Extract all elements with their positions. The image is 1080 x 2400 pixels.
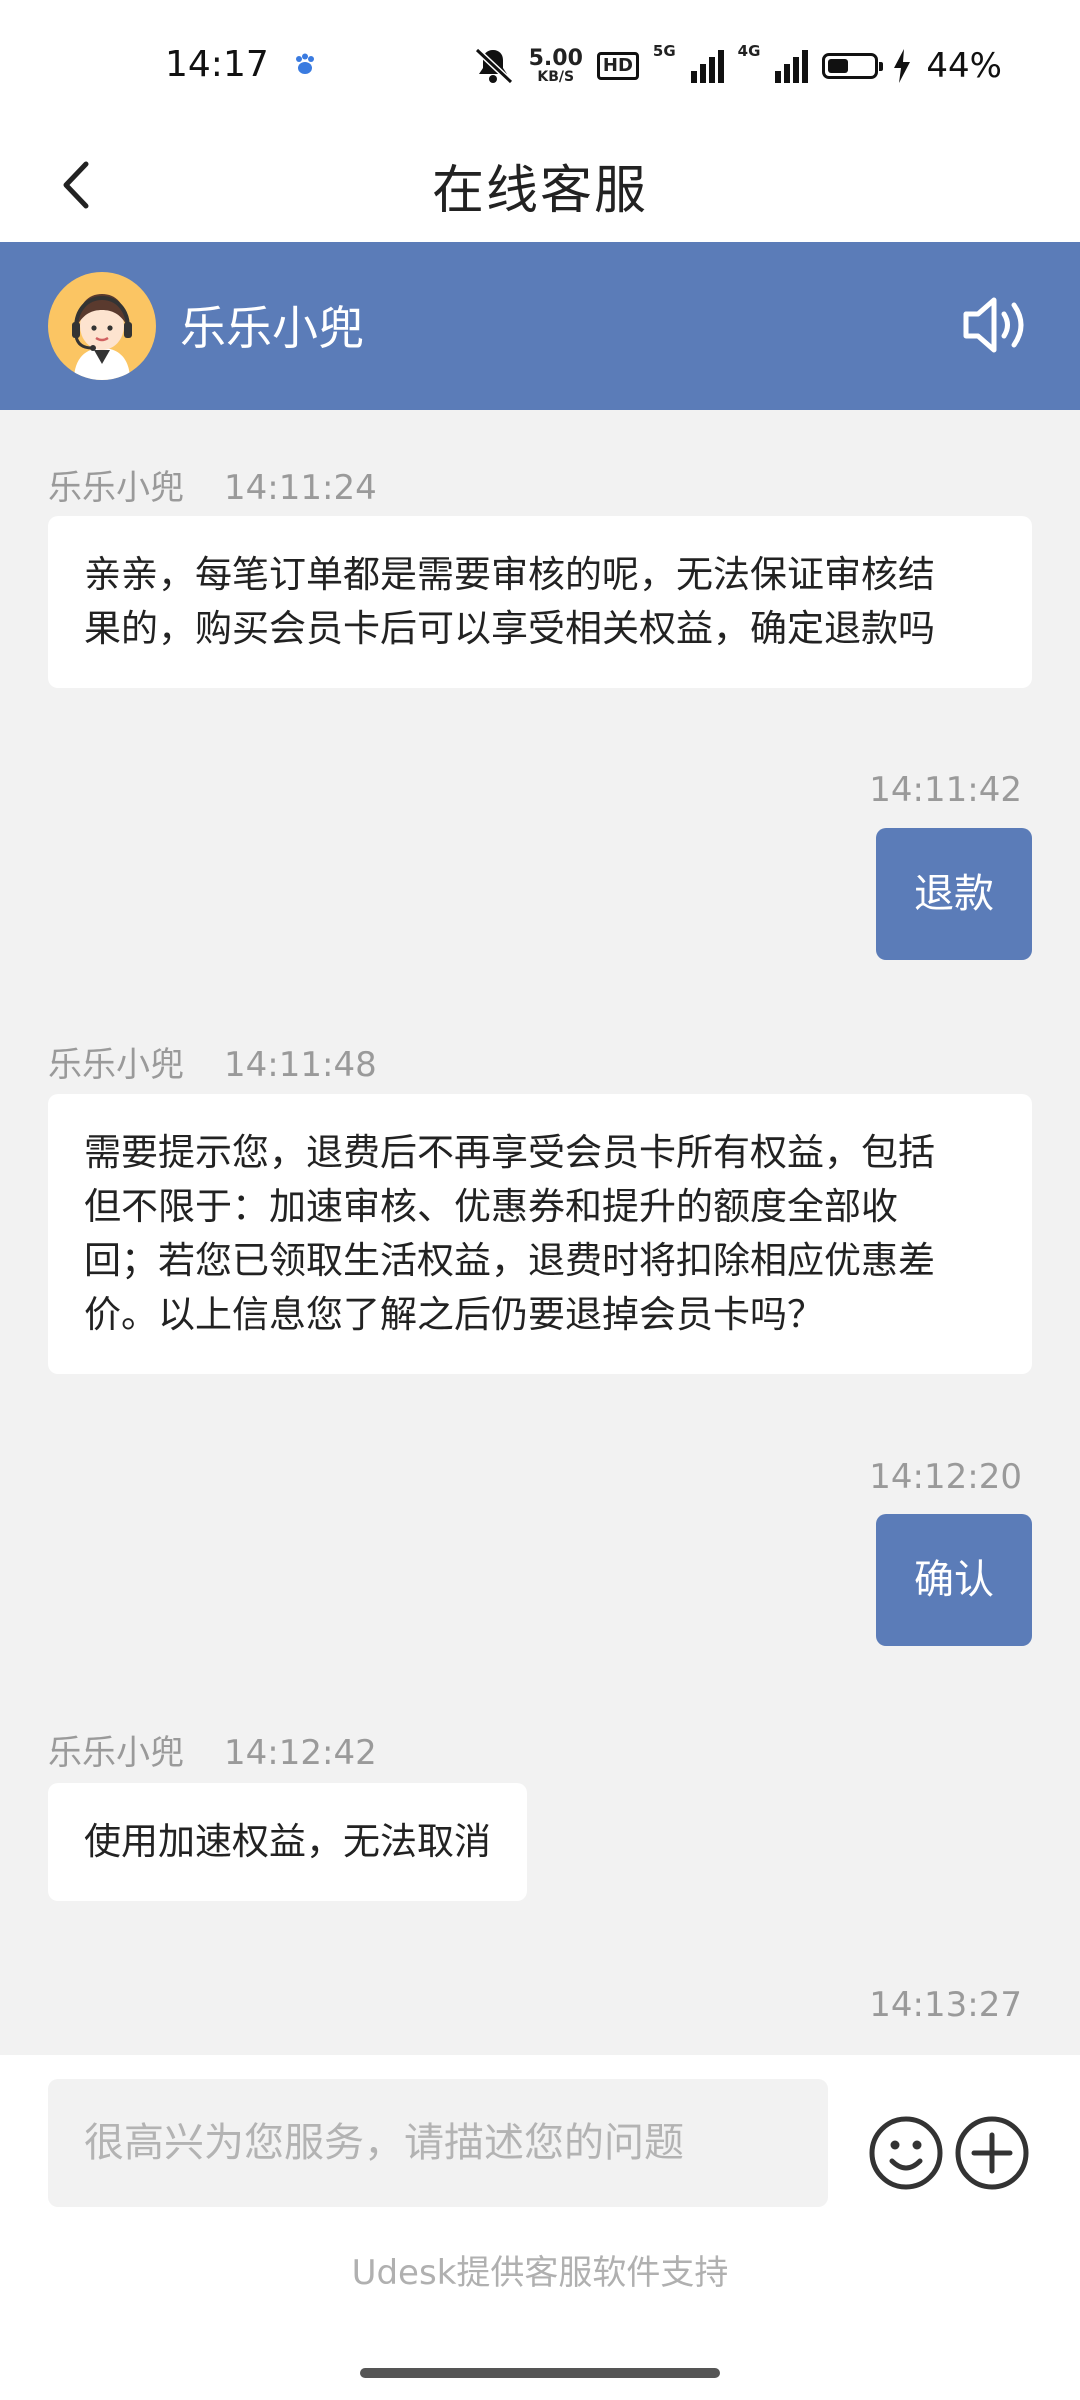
battery-percent: 44%	[926, 46, 1002, 86]
agent-message-bubble: 需要提示您，退费后不再享受会员卡所有权益，包括 但不限于：加速审核、优惠券和提升…	[48, 1094, 1032, 1374]
status-indicators: 5.00 KB/S HD 5G 4G 44%	[471, 40, 1002, 92]
mute-icon	[474, 47, 513, 85]
agent-message-bubble: 亲亲，每笔订单都是需要审核的呢，无法保证审核结 果的，购买会员卡后可以享受相关权…	[48, 516, 1032, 688]
message-text-line: 但不限于：加速审核、优惠券和提升的额度全部收	[84, 1185, 898, 1228]
emoji-button[interactable]	[868, 2115, 944, 2191]
message-text-line: 果的，购买会员卡后可以享受相关权益，确定退款吗	[84, 607, 935, 650]
status-bar: 14:17 5.00 KB/S HD 5G 4G 44%	[0, 0, 1080, 130]
user-message-bubble: 确认	[876, 1514, 1032, 1646]
battery-icon	[822, 53, 884, 79]
signal-icon	[690, 50, 724, 83]
agent-name: 乐乐小兜	[180, 301, 364, 355]
message-sender: 乐乐小兜	[48, 1045, 184, 1085]
net-speed-unit: KB/S	[537, 69, 575, 85]
net-speed-value: 5.00	[528, 46, 583, 71]
home-indicator[interactable]	[360, 2368, 720, 2378]
message-input[interactable]	[48, 2079, 828, 2207]
battery-level-fill	[828, 59, 848, 73]
message-time: 14:12:42	[224, 1733, 377, 1773]
speaker-icon	[963, 297, 1024, 353]
message-text-line: 亲亲，每笔订单都是需要审核的呢，无法保证审核结	[84, 553, 935, 596]
page-title: 在线客服	[431, 161, 648, 221]
hd-voice-badge: HD	[596, 52, 639, 80]
message-text-line: 使用加速权益，无法取消	[84, 1820, 491, 1863]
message-time: 14:12:20	[869, 1457, 1022, 1497]
agent-avatar	[48, 272, 156, 380]
support-agent-avatar-icon	[72, 294, 132, 380]
signal-icon	[775, 50, 809, 83]
message-sender: 乐乐小兜	[48, 1733, 184, 1773]
sim1-network-label: 5G	[652, 42, 676, 60]
message-sender: 乐乐小兜	[48, 468, 184, 508]
agent-message-bubble: 使用加速权益，无法取消	[48, 1783, 527, 1901]
powered-by-text: Udesk提供客服软件支持	[351, 2253, 729, 2293]
title-bar: 在线客服	[0, 130, 1080, 242]
message-meta: 乐乐小兜 14:12:42	[48, 1725, 377, 1774]
message-meta: 乐乐小兜 14:11:24	[48, 460, 377, 509]
plus-circle-icon	[955, 2116, 1029, 2190]
chat-message-list[interactable]: 乐乐小兜 14:11:24 亲亲，每笔订单都是需要审核的呢，无法保证审核结 果的，…	[0, 410, 1080, 2055]
message-time: 14:11:48	[224, 1045, 377, 1085]
agent-header: 乐乐小兜	[0, 242, 1080, 410]
sound-toggle-button[interactable]	[960, 292, 1032, 358]
sim2-network-label: 4G	[737, 42, 761, 60]
message-text-line: 回；若您已领取生活权益，退费时将扣除相应优惠差	[84, 1239, 935, 1282]
smiley-icon	[869, 2116, 943, 2190]
charging-icon	[894, 49, 911, 83]
message-text-line: 价。以上信息您了解之后仍要退掉会员卡吗？	[84, 1293, 824, 1336]
paw-notification-icon	[296, 53, 314, 74]
net-speed: 5.00 KB/S	[528, 46, 583, 85]
status-time: 14:17	[165, 44, 269, 85]
message-time: 14:11:24	[224, 468, 377, 508]
message-meta: 乐乐小兜 14:11:48	[48, 1037, 377, 1086]
message-text-line: 需要提示您，退费后不再享受会员卡所有权益，包括	[84, 1131, 935, 1174]
message-time: 14:11:42	[869, 770, 1022, 810]
composer: Udesk提供客服软件支持	[0, 2055, 1080, 2400]
more-actions-button[interactable]	[954, 2115, 1030, 2191]
message-time: 14:13:27	[869, 1985, 1022, 2025]
user-message-bubble: 退款	[876, 828, 1032, 960]
